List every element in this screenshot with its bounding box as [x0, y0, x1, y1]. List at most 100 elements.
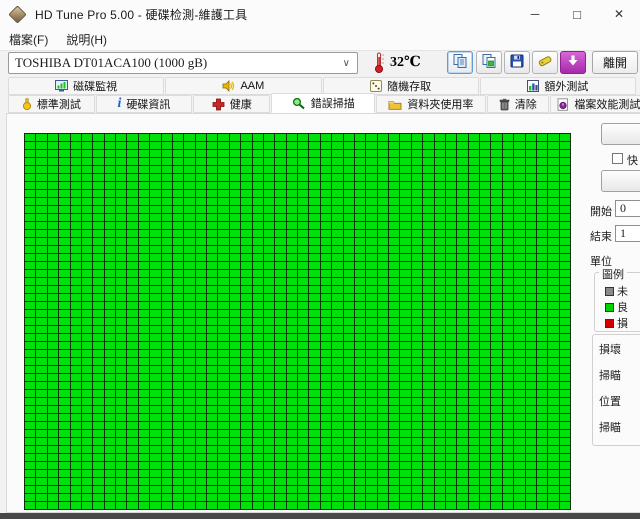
close-button[interactable]: ✕: [598, 0, 640, 28]
scan-block: [287, 470, 297, 477]
scan-block: [560, 270, 570, 277]
scan-block: [275, 222, 285, 229]
scan-block: [378, 302, 388, 309]
scan-block: [526, 302, 536, 309]
scan-block: [537, 262, 547, 269]
menu-help[interactable]: 說明(H): [57, 28, 116, 50]
scan-block: [207, 446, 217, 453]
scan-block: [412, 390, 422, 397]
tab-standard-test[interactable]: 標準測試: [8, 95, 95, 113]
scan-block: [503, 326, 513, 333]
scan-block: [71, 150, 81, 157]
scan-block: [514, 390, 524, 397]
scan-block: [59, 382, 69, 389]
copy-button[interactable]: [447, 51, 473, 74]
scan-block: [253, 134, 263, 141]
tab-health[interactable]: 健康: [193, 95, 270, 113]
scan-block: [344, 414, 354, 421]
scan-block: [230, 478, 240, 485]
scan-block: [36, 182, 46, 189]
download-button[interactable]: [560, 51, 586, 74]
maximize-button[interactable]: □: [556, 0, 598, 28]
scan-block: [162, 270, 172, 277]
scan-block: [105, 190, 115, 197]
scan-block: [389, 214, 399, 221]
scan-block: [139, 422, 149, 429]
tab-extra-tests[interactable]: 額外測試: [480, 77, 636, 95]
scan-block: [469, 366, 479, 373]
scan-block: [287, 406, 297, 413]
scan-block: [298, 422, 308, 429]
scan-block: [355, 238, 365, 245]
scan-block: [560, 254, 570, 261]
secondary-scan-button[interactable]: [601, 170, 640, 192]
tab-error-scan[interactable]: 錯誤掃描: [271, 93, 375, 113]
scan-block: [25, 438, 35, 445]
scan-block: [537, 486, 547, 493]
scan-block: [378, 350, 388, 357]
tab-disk-monitor[interactable]: 磁碟監視: [8, 77, 164, 95]
tab-label: AAM: [240, 80, 264, 92]
scan-block: [71, 462, 81, 469]
scan-block: [412, 174, 422, 181]
scan-block: [184, 190, 194, 197]
scan-block: [173, 382, 183, 389]
scan-block: [230, 430, 240, 437]
scan-block: [93, 214, 103, 221]
scan-block: [275, 246, 285, 253]
scan-block: [491, 302, 501, 309]
scan-block: [253, 414, 263, 421]
scan-block: [480, 174, 490, 181]
scan-block: [82, 382, 92, 389]
scan-block: [423, 142, 433, 149]
scan-block: [173, 150, 183, 157]
start-position-input[interactable]: 0: [615, 200, 640, 217]
scan-block: [150, 318, 160, 325]
scan-block: [389, 358, 399, 365]
exit-button[interactable]: 離開: [592, 51, 638, 74]
scan-block: [423, 230, 433, 237]
scan-block: [36, 382, 46, 389]
drive-select[interactable]: TOSHIBA DT01ACA100 (1000 gB) ∨: [8, 52, 358, 74]
options-button[interactable]: [532, 51, 558, 74]
quick-scan-checkbox[interactable]: [612, 153, 623, 164]
scan-block: [230, 206, 240, 213]
scan-block: [264, 238, 274, 245]
start-scan-button[interactable]: [601, 123, 640, 145]
scan-block: [105, 430, 115, 437]
tab-disk-info[interactable]: i 硬碟資訊: [96, 95, 192, 113]
tab-folder-usage[interactable]: 資料夾使用率: [376, 95, 485, 113]
scan-block: [457, 366, 467, 373]
scan-block: [207, 270, 217, 277]
scan-block: [162, 430, 172, 437]
copy-image-button[interactable]: [476, 51, 502, 74]
scan-block: [423, 206, 433, 213]
scan-block: [344, 486, 354, 493]
scan-block: [400, 478, 410, 485]
scan-block: [93, 382, 103, 389]
scan-block: [184, 398, 194, 405]
scan-block: [116, 222, 126, 229]
scan-block: [218, 206, 228, 213]
scan-block: [253, 358, 263, 365]
legend-item-untested: 未: [605, 283, 628, 299]
scan-block: [173, 270, 183, 277]
scan-block: [105, 198, 115, 205]
scan-block: [287, 358, 297, 365]
end-position-input[interactable]: 1: [615, 225, 640, 242]
tab-file-benchmark[interactable]: 檔案效能測試: [550, 95, 640, 113]
scan-block: [241, 206, 251, 213]
menu-file[interactable]: 檔案(F): [0, 28, 57, 50]
scan-block: [344, 494, 354, 501]
scan-block: [127, 326, 137, 333]
scan-block: [36, 214, 46, 221]
scan-block: [253, 238, 263, 245]
minimize-button[interactable]: ─: [514, 0, 556, 28]
scan-block: [59, 366, 69, 373]
scan-block: [139, 462, 149, 469]
scan-block: [184, 286, 194, 293]
scan-block: [36, 254, 46, 261]
tab-erase[interactable]: 清除: [487, 95, 549, 113]
save-button[interactable]: [504, 51, 530, 74]
scan-block: [264, 318, 274, 325]
